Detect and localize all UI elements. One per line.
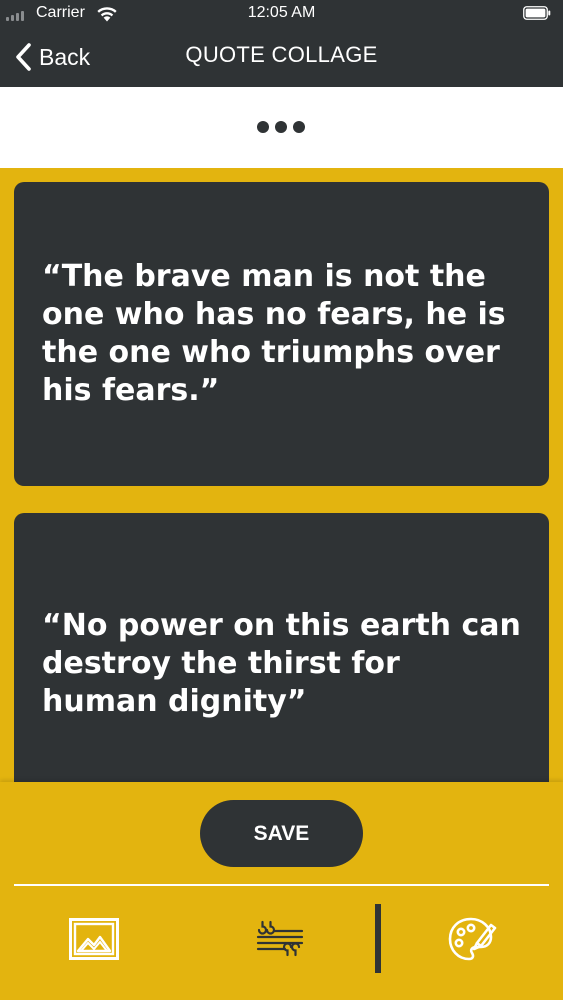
- quote-card[interactable]: “The brave man is not the one who has no…: [14, 182, 549, 486]
- battery-icon: [523, 6, 551, 20]
- quote-text: “The brave man is not the one who has no…: [42, 259, 506, 408]
- navigation-bar: Back QUOTE COLLAGE: [0, 28, 563, 87]
- status-bar: Carrier 12:05 AM: [0, 0, 563, 28]
- palette-tool-button[interactable]: [443, 913, 501, 965]
- quote-card[interactable]: “No power on this earth can destroy the …: [14, 513, 549, 813]
- page-title: QUOTE COLLAGE: [185, 42, 378, 67]
- image-icon: [69, 918, 119, 960]
- bottom-panel: SAVE: [0, 782, 563, 1000]
- divider: [14, 884, 549, 886]
- header: Carrier 12:05 AM Back QUOTE COLLAGE: [0, 0, 563, 87]
- palette-icon: [448, 917, 497, 961]
- more-dots-icon: [293, 121, 305, 133]
- more-dots-icon: [257, 121, 269, 133]
- image-tool-button[interactable]: [64, 913, 124, 965]
- quote-text-icon: [256, 920, 304, 957]
- quote-text: “No power on this earth can destroy the …: [42, 608, 521, 719]
- options-toolbar: [0, 87, 563, 168]
- more-options-button[interactable]: [251, 115, 311, 139]
- vertical-divider: [375, 904, 381, 973]
- quote-text-tool-button[interactable]: [250, 913, 312, 965]
- save-button[interactable]: SAVE: [200, 800, 363, 867]
- status-time: 12:05 AM: [247, 4, 316, 21]
- more-dots-icon: [275, 121, 287, 133]
